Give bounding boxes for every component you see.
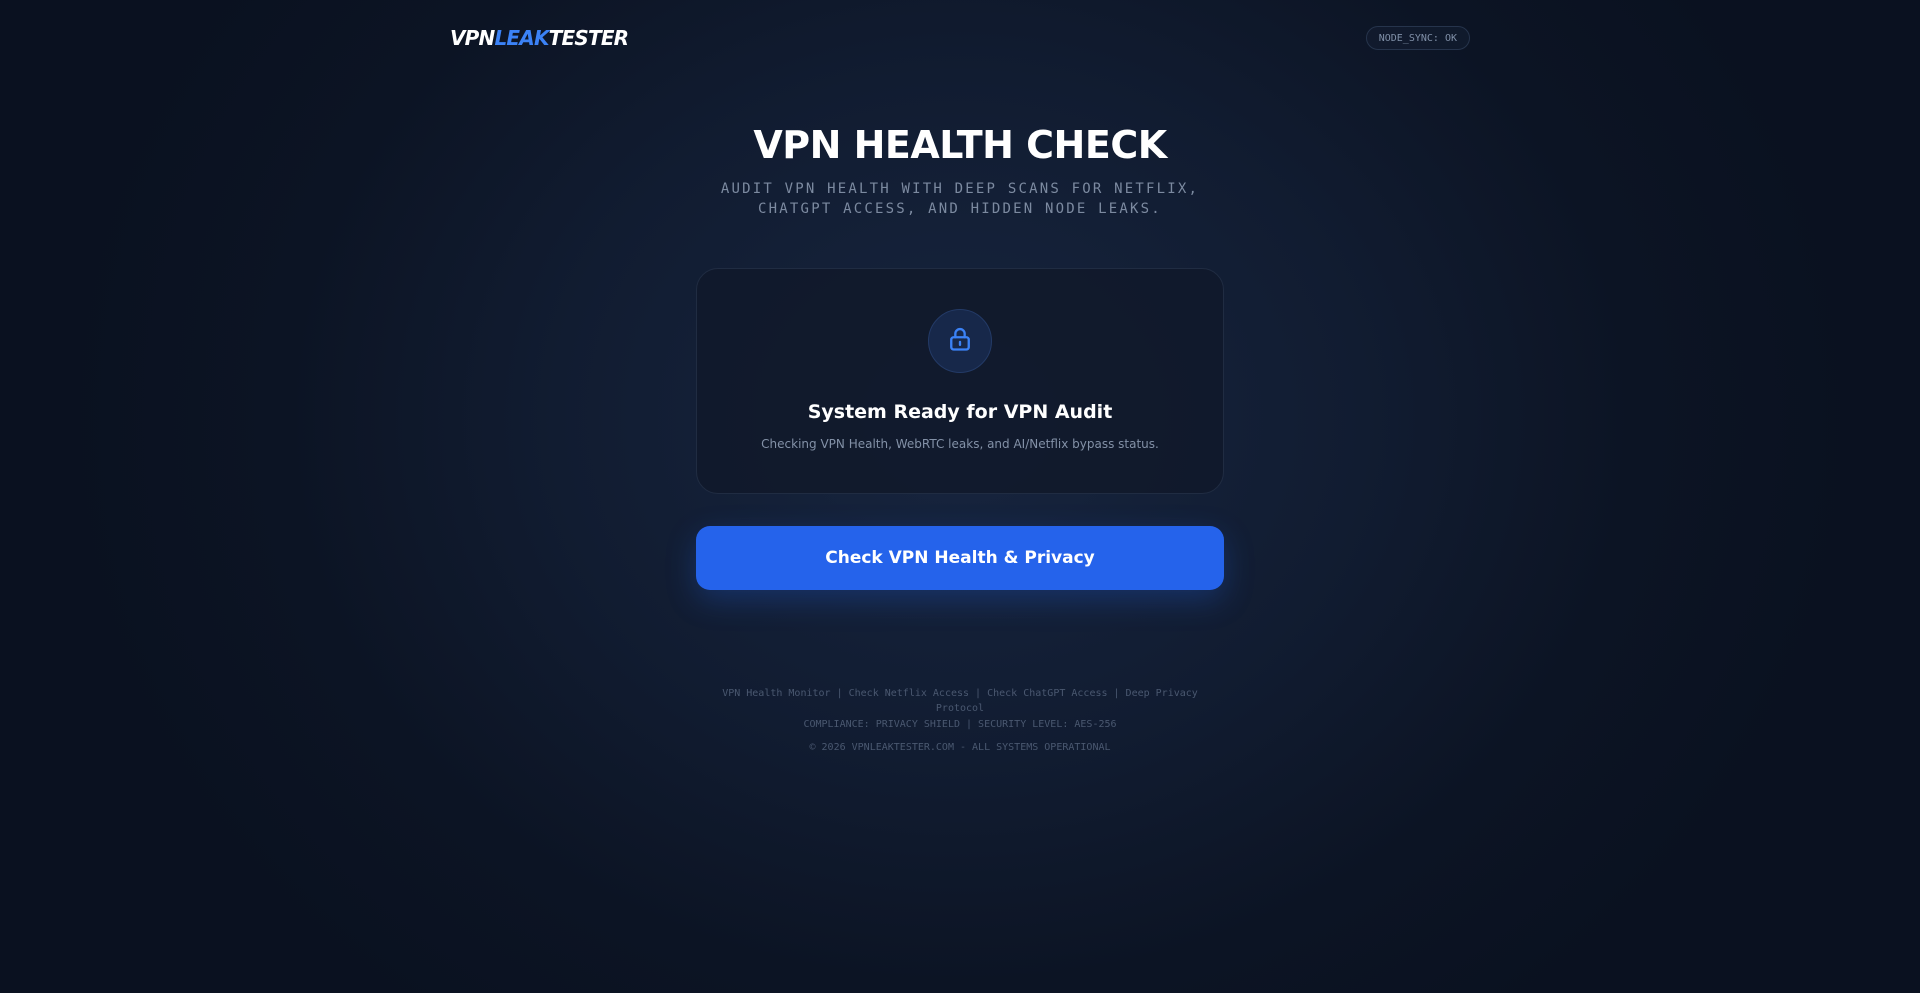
page-subtitle: AUDIT VPN HEALTH WITH DEEP SCANS FOR NET… bbox=[720, 181, 1200, 217]
logo-text-tester: TESTER bbox=[548, 26, 629, 50]
node-sync-status-badge: NODE_SYNC: OK bbox=[1365, 26, 1470, 50]
site-footer: VPN Health Monitor | Check Netflix Acces… bbox=[710, 686, 1210, 755]
card-description: Checking VPN Health, WebRTC leaks, and A… bbox=[761, 437, 1159, 451]
card-title: System Ready for VPN Audit bbox=[807, 401, 1113, 423]
lock-icon-container bbox=[928, 309, 992, 373]
logo-text-leak: LEAK bbox=[494, 26, 549, 50]
page-title: VPN HEALTH CHECK bbox=[753, 123, 1167, 167]
footer-compliance: COMPLIANCE: PRIVACY SHIELD | SECURITY LE… bbox=[803, 719, 1117, 730]
logo-text-vpn: VPN bbox=[450, 26, 495, 50]
site-header: VPNLEAKTESTER NODE_SYNC: OK bbox=[450, 0, 1470, 76]
check-vpn-health-button[interactable]: Check VPN Health & Privacy bbox=[696, 526, 1224, 590]
footer-copyright: © 2026 VPNLEAKTESTER.COM - ALL SYSTEMS O… bbox=[809, 742, 1111, 753]
footer-links[interactable]: VPN Health Monitor | Check Netflix Acces… bbox=[710, 686, 1210, 716]
audit-status-card: System Ready for VPN Audit Checking VPN … bbox=[696, 268, 1224, 494]
site-logo[interactable]: VPNLEAKTESTER bbox=[450, 24, 629, 52]
lock-icon bbox=[946, 325, 974, 358]
